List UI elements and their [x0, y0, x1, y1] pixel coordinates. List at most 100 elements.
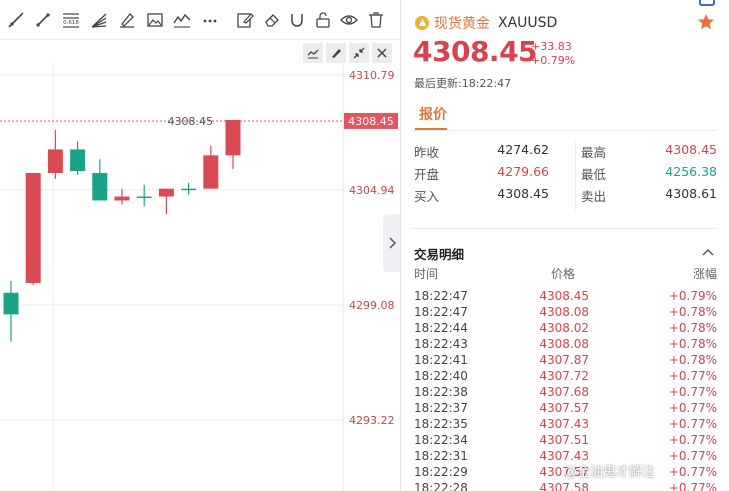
trade-time: 18:22:35 — [414, 417, 468, 431]
stat-row: 开盘 4279.66 最低 4256.38 — [411, 164, 717, 186]
trade-change: +0.77% — [668, 449, 717, 463]
symbol-header: 现货黄金 XAUUSD — [415, 13, 557, 33]
trade-price: 4307.51 — [539, 433, 589, 447]
trade-row: 18:22:38 4307.68 +0.77% — [414, 385, 717, 401]
trade-change: +0.78% — [668, 321, 717, 335]
trade-change: +0.78% — [668, 353, 717, 367]
trade-time: 18:22:31 — [414, 449, 468, 463]
trade-time: 18:22:29 — [414, 465, 468, 479]
trade-price: 4308.08 — [539, 305, 589, 319]
stat-value: 4308.45 — [497, 186, 549, 201]
trade-row: 18:22:47 4308.08 +0.78% — [414, 305, 717, 321]
trade-time: 18:22:47 — [414, 289, 468, 303]
gold-coin-icon — [415, 16, 429, 30]
stat-value: 4308.45 — [665, 142, 717, 157]
trade-time: 18:22:47 — [414, 305, 468, 319]
window-corner-icon[interactable] — [699, 0, 715, 6]
stats-divider — [411, 228, 717, 229]
candle-body — [225, 119, 241, 156]
stat-label: 最高 — [581, 145, 607, 160]
candle-body — [158, 188, 174, 197]
header-change: 涨幅 — [692, 267, 717, 281]
trade-row: 18:22:35 4307.43 +0.77% — [414, 417, 717, 433]
symbol-name: 现货黄金 — [434, 16, 490, 32]
header-price: 价格 — [550, 267, 575, 281]
chart-controls — [303, 43, 392, 65]
trade-time: 18:22:37 — [414, 401, 468, 415]
candle-body — [136, 196, 152, 199]
stat-value: 4308.61 — [665, 186, 717, 201]
candle-body — [181, 188, 197, 191]
trade-time: 18:22:34 — [414, 433, 468, 447]
trade-change: +0.77% — [668, 465, 717, 479]
trade-row: 18:22:41 4307.87 +0.78% — [414, 353, 717, 369]
stat-label: 买入 — [414, 189, 440, 204]
candlestick-chart[interactable]: 4310.79 4304.94 4299.08 4293.22 4308.45 4308.… — [0, 0, 400, 491]
price-tick-label: 4293.22 — [349, 414, 395, 427]
candle-body — [114, 196, 130, 201]
price-tick-label: 4310.79 — [349, 69, 395, 82]
chevron-up-icon[interactable] — [701, 246, 715, 258]
stat-value: 4279.66 — [497, 164, 549, 179]
pencil-icon[interactable] — [326, 43, 346, 63]
trade-change: +0.77% — [668, 385, 717, 399]
quote-panel: 现货黄金 XAUUSD 4308.45 +33.83 +0.79% 最后更新:1… — [401, 0, 729, 491]
stat-value: 4256.38 — [665, 164, 717, 179]
favorite-star-icon[interactable] — [697, 13, 715, 31]
trade-row: 18:22:47 4308.45 +0.79% — [414, 289, 717, 305]
trade-change: +0.78% — [668, 305, 717, 319]
trade-row: 18:22:37 4307.57 +0.77% — [414, 401, 717, 417]
current-price-tag: 4308.45 — [348, 115, 394, 128]
trades-header: 时间 价格 涨幅 — [414, 265, 717, 281]
stat-row: 买入 4308.45 卖出 4308.61 — [411, 186, 717, 208]
stat-label: 昨收 — [414, 145, 440, 160]
trades-title: 交易明细 — [414, 247, 465, 262]
price-tick-label: 4304.94 — [349, 184, 395, 197]
expand-panel-tab[interactable] — [383, 214, 400, 272]
price-change: +33.83 — [531, 40, 572, 53]
candle-body — [47, 149, 63, 173]
candle-body — [3, 292, 19, 315]
header-time: 时间 — [414, 267, 439, 281]
watermark: @金油鬼才解注 — [564, 465, 656, 480]
trade-row: 18:22:34 4307.51 +0.77% — [414, 433, 717, 449]
trade-price: 4308.02 — [539, 321, 589, 335]
trade-row: 18:22:43 4308.08 +0.78% — [414, 337, 717, 353]
trade-time: 18:22:28 — [414, 481, 468, 491]
trade-price: 4307.57 — [539, 401, 589, 415]
tab-divider — [411, 130, 717, 131]
app-root: 0.618 4310.79 4304.94 4299.08 4293.22 4308.4… — [0, 0, 729, 491]
candle-body — [25, 172, 41, 283]
chevron-right-icon — [388, 237, 396, 249]
price-change-percent: +0.79% — [531, 54, 576, 67]
trade-price: 4308.08 — [539, 337, 589, 351]
close-icon[interactable] — [372, 43, 392, 63]
last-price: 4308.45 — [413, 35, 538, 68]
trade-change: +0.79% — [668, 289, 717, 303]
trade-price: 4307.43 — [539, 417, 589, 431]
trade-price: 4307.87 — [539, 353, 589, 367]
trade-time: 18:22:38 — [414, 385, 468, 399]
stat-row: 昨收 4274.62 最高 4308.45 — [411, 142, 717, 164]
stat-label: 最低 — [581, 167, 607, 182]
trade-row: 18:22:40 4307.72 +0.77% — [414, 369, 717, 385]
trade-row: 18:22:44 4308.02 +0.78% — [414, 321, 717, 337]
trade-price: 4308.45 — [539, 289, 589, 303]
quote-stats: 昨收 4274.62 最高 4308.45 开盘 4279.66 最低 4256.38 买入 43… — [411, 142, 717, 214]
chart-area[interactable]: 0.618 4310.79 4304.94 4299.08 4293.22 4308.4… — [0, 0, 400, 491]
collapse-arrows-icon[interactable] — [349, 43, 369, 63]
trade-price: 4307.72 — [539, 369, 589, 383]
line-style-icon[interactable] — [303, 43, 323, 63]
stat-value: 4274.62 — [497, 142, 549, 157]
trade-row: 18:22:28 4307.58 +0.77% — [414, 481, 717, 491]
stat-label: 开盘 — [414, 167, 440, 182]
last-update-time: 最后更新:18:22:47 — [414, 77, 512, 90]
candle-body — [92, 172, 108, 201]
trade-change: +0.78% — [668, 337, 717, 351]
tab-quote[interactable]: 报价 — [419, 104, 447, 124]
trade-time: 18:22:43 — [414, 337, 468, 351]
trade-change: +0.77% — [668, 401, 717, 415]
trade-time: 18:22:41 — [414, 353, 468, 367]
symbol-code: XAUUSD — [498, 15, 558, 31]
trade-change: +0.77% — [668, 417, 717, 431]
